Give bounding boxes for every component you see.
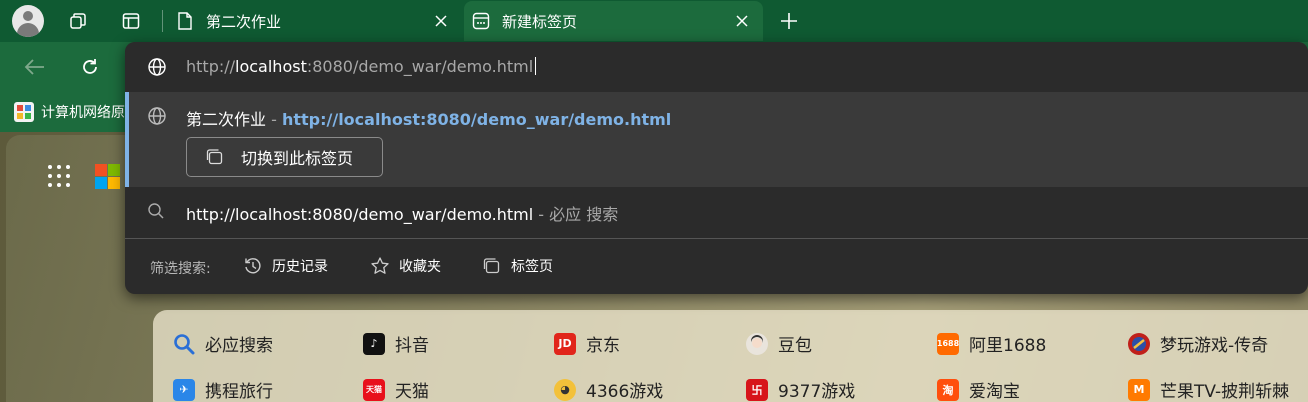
- douyin-icon: ♪: [363, 332, 385, 355]
- address-bar-text[interactable]: http://localhost:8080/demo_war/demo.html: [186, 57, 537, 76]
- workspaces-icon[interactable]: [66, 9, 90, 33]
- quick-link-label: 爱淘宝: [969, 382, 1020, 402]
- search-filter-row: 筛选搜索: 历史记录 收藏夹 标签页: [125, 239, 1308, 294]
- back-button[interactable]: [22, 54, 48, 80]
- apps-launcher-icon[interactable]: [48, 165, 72, 189]
- quick-link-label: 必应搜索: [205, 336, 273, 356]
- quick-link-label: 梦玩游戏-传奇: [1160, 336, 1269, 356]
- tabs-icon: [482, 256, 502, 276]
- favorite-label: 计算机网络原: [41, 105, 125, 121]
- quick-link-label: 4366游戏: [586, 382, 664, 402]
- tab-new-tab[interactable]: 新建标签页: [464, 1, 763, 41]
- search-suggestion-text: http://localhost:8080/demo_war/demo.html…: [186, 205, 619, 224]
- tab-strip: 第二次作业 新建标签页: [0, 0, 1308, 42]
- jd-icon: JD: [554, 332, 576, 355]
- ctrip-icon: ✈: [173, 378, 195, 401]
- globe-icon: [147, 106, 167, 126]
- suggestion-open-tab[interactable]: 第二次作业 - http://localhost:8080/demo_war/d…: [125, 92, 1308, 187]
- microsoft-logo-icon[interactable]: [95, 164, 121, 190]
- page-icon: [176, 12, 194, 30]
- quick-link-douyin[interactable]: ♪ 抖音: [363, 331, 429, 356]
- quick-link-4366[interactable]: ◕ 4366游戏: [554, 377, 663, 402]
- tab-title: 新建标签页: [502, 12, 578, 31]
- favorite-item[interactable]: 计算机网络原: [14, 102, 125, 122]
- address-bar-dropdown: http://localhost:8080/demo_war/demo.html…: [125, 42, 1308, 294]
- suggestion-title: 第二次作业 - http://localhost:8080/demo_war/d…: [186, 110, 672, 129]
- tab-title: 第二次作业: [206, 12, 282, 31]
- refresh-button[interactable]: [77, 54, 103, 80]
- close-tab-icon[interactable]: [432, 12, 450, 30]
- tabs-icon: [205, 147, 225, 167]
- quick-link-label: 天猫: [395, 382, 429, 402]
- close-tab-icon[interactable]: [733, 12, 751, 30]
- filter-favorites[interactable]: 收藏夹: [370, 253, 441, 279]
- mangotv-icon: M: [1128, 378, 1150, 401]
- star-icon: [370, 256, 390, 276]
- profile-avatar[interactable]: [12, 5, 44, 37]
- quick-link-label: 9377游戏: [778, 382, 856, 402]
- aitaobao-icon: 淘: [937, 378, 959, 401]
- switch-to-tab-button[interactable]: 切换到此标签页: [186, 137, 383, 177]
- vertical-tabs-icon[interactable]: [119, 9, 143, 33]
- quick-link-mengwan[interactable]: 梦玩游戏-传奇: [1128, 331, 1268, 356]
- quick-link-aitaobao[interactable]: 淘 爱淘宝: [937, 377, 1020, 402]
- quick-link-label: 芒果TV-披荆斩棘: [1160, 382, 1290, 402]
- quick-link-tmall[interactable]: 天猫 天猫: [363, 377, 429, 402]
- address-bar-input[interactable]: http://localhost:8080/demo_war/demo.html: [125, 42, 1308, 92]
- 4366-icon: ◕: [554, 378, 576, 401]
- quick-link-label: 豆包: [778, 336, 812, 356]
- quick-link-label: 阿里1688: [969, 336, 1047, 356]
- quick-link-ctrip[interactable]: ✈ 携程旅行: [173, 377, 273, 402]
- selection-indicator: [125, 92, 129, 187]
- quick-link-label: 携程旅行: [205, 382, 273, 402]
- quick-link-mangotv[interactable]: M 芒果TV-披荆斩棘: [1128, 377, 1289, 402]
- filter-chip-label: 历史记录: [272, 259, 328, 275]
- filter-history[interactable]: 历史记录: [243, 253, 328, 279]
- filter-tabs[interactable]: 标签页: [482, 253, 553, 279]
- tmall-icon: 天猫: [363, 378, 385, 401]
- search-icon: [173, 333, 195, 355]
- filter-label: 筛选搜索:: [150, 261, 211, 277]
- tab-homework[interactable]: 第二次作业: [168, 1, 462, 41]
- filter-chip-label: 收藏夹: [399, 259, 441, 275]
- switch-to-tab-label: 切换到此标签页: [241, 149, 354, 168]
- new-tab-page-icon: [472, 12, 490, 30]
- quick-links-panel: 必应搜索 ♪ 抖音 JD 京东 豆包 1688 阿里1688 梦玩游戏-传奇 ✈…: [153, 310, 1308, 402]
- favicon-icon: [14, 102, 34, 122]
- new-tab-button[interactable]: [777, 9, 801, 33]
- globe-icon: [147, 57, 167, 77]
- mengwan-icon: [1128, 332, 1150, 355]
- 9377-icon: 卐: [746, 378, 768, 401]
- quick-link-doubao[interactable]: 豆包: [746, 331, 812, 356]
- ali1688-icon: 1688: [937, 332, 959, 355]
- search-icon: [147, 202, 167, 222]
- quick-link-label: 抖音: [395, 336, 429, 356]
- quick-link-1688[interactable]: 1688 阿里1688: [937, 331, 1046, 356]
- tab-separator: [162, 10, 163, 32]
- quick-link-label: 京东: [586, 336, 620, 356]
- doubao-icon: [746, 332, 768, 355]
- quick-link-jd[interactable]: JD 京东: [554, 331, 620, 356]
- filter-chip-label: 标签页: [511, 259, 553, 275]
- quick-link-9377[interactable]: 卐 9377游戏: [746, 377, 855, 402]
- quick-link-bing[interactable]: 必应搜索: [173, 331, 273, 356]
- history-icon: [243, 256, 263, 276]
- suggestion-search[interactable]: http://localhost:8080/demo_war/demo.html…: [125, 187, 1308, 237]
